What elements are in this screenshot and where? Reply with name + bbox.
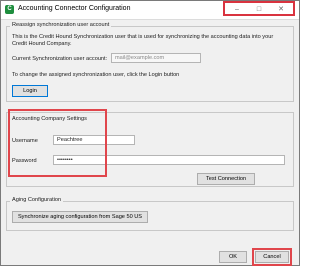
sync-aging-button[interactable]: Synchronize aging configuration from Sag… [12,211,148,223]
minimize-icon[interactable]: – [227,4,247,15]
aging-legend: Aging Configuration [10,197,64,203]
change-user-instructions: To change the assigned synchronization u… [12,72,180,78]
dialog-window: C Accounting Connector Configuration – □… [0,0,300,266]
accounting-settings-highlight [8,109,107,177]
window-title: Accounting Connector Configuration [18,5,131,12]
reassign-legend: Reassign synchronization user account [10,22,112,28]
ok-button[interactable]: OK [219,251,247,263]
cancel-highlight [252,248,292,266]
test-connection-button[interactable]: Test Connection [197,173,255,185]
maximize-icon[interactable]: □ [249,4,269,15]
reassign-description: This is the Credit Hound Synchronization… [12,34,274,47]
app-logo-icon: C [5,5,14,14]
title-bar[interactable]: C Accounting Connector Configuration – □… [1,1,299,20]
current-user-field: mail@example.com [111,53,201,63]
current-user-label: Current Synchronization user account: [12,56,108,62]
login-button[interactable]: Login [12,85,48,97]
window-controls-highlight: – □ ✕ [223,1,295,16]
close-icon[interactable]: ✕ [271,4,291,15]
